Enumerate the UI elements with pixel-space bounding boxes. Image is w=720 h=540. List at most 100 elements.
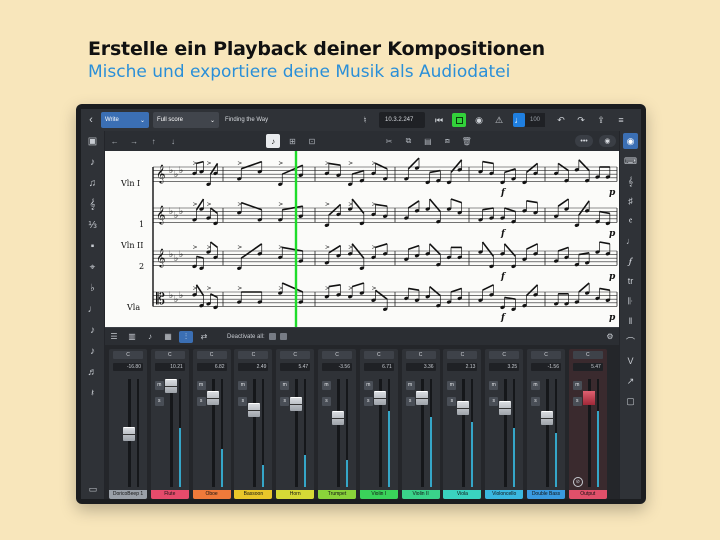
fader-knob[interactable] [332, 411, 344, 425]
solo-button[interactable]: s [322, 397, 331, 406]
guitar-icon[interactable]: ♪ [143, 331, 157, 343]
channel-volume[interactable]: -16.80 [113, 363, 143, 371]
mute-button[interactable]: m [531, 381, 540, 390]
keyboard-toggle-icon[interactable]: ▭ [81, 484, 105, 495]
channel-pan[interactable]: C [363, 351, 394, 359]
fader-knob[interactable] [457, 401, 470, 415]
copy-icon[interactable]: ⧉ [402, 134, 415, 148]
channel-volume[interactable]: -3.56 [322, 363, 352, 371]
channel-volume[interactable]: 5.47 [572, 363, 603, 371]
settings-icon[interactable]: ⚙ [603, 331, 617, 343]
fader-knob[interactable] [415, 391, 428, 405]
fader-knob[interactable] [541, 411, 553, 425]
fader-knob[interactable] [582, 391, 595, 405]
accidental-icon[interactable]: ♭ [81, 278, 104, 299]
barline-icon[interactable]: ‖ [620, 311, 641, 331]
solo-button[interactable]: s [405, 397, 415, 406]
keyboard-icon[interactable]: ⌨ [620, 151, 641, 171]
lines-icon[interactable]: ↗ [620, 371, 641, 391]
grid-icon[interactable]: ▦ [161, 331, 175, 343]
channel-volume[interactable]: 6.71 [363, 363, 394, 371]
solo-button[interactable]: s [238, 397, 248, 406]
deactivate-solo-button[interactable] [279, 333, 287, 340]
dynamics-icon[interactable]: 𝆑 [620, 251, 641, 271]
metronome-icon[interactable]: ♮ [358, 113, 372, 127]
fader-knob[interactable] [373, 391, 386, 405]
channel-pan[interactable]: C [447, 351, 478, 359]
rewind-icon[interactable]: ⏮ [432, 113, 446, 127]
channel-volume[interactable]: 5.47 [280, 363, 311, 371]
lock-icon[interactable]: ▪ [81, 236, 104, 257]
solo-button[interactable]: s [154, 397, 164, 406]
fader-knob[interactable] [290, 397, 303, 411]
solo-button[interactable]: s [363, 397, 373, 406]
delete-icon[interactable]: 🗑 [460, 134, 473, 148]
note-input-icon[interactable]: ♪ [81, 152, 104, 173]
note-entry-icon[interactable]: ♪ [266, 134, 280, 148]
chord-icon[interactable]: ♫ [81, 173, 104, 194]
channel-volume[interactable]: -1.56 [531, 363, 561, 371]
channel-pan[interactable]: C [405, 351, 436, 359]
channel-volume[interactable]: 2.49 [238, 363, 269, 371]
solo-button[interactable]: s [280, 397, 290, 406]
holds-icon[interactable]: ⌒ [620, 331, 641, 351]
tempo-note-icon[interactable]: ♩ [513, 113, 525, 127]
time-signature-icon[interactable]: 𝄴 [620, 211, 641, 231]
channel-pan[interactable]: C [280, 351, 311, 359]
tempo-value[interactable]: 100 [525, 113, 546, 127]
repeat-icon[interactable]: 𝄆 [620, 291, 641, 311]
channel-volume[interactable]: 3.36 [405, 363, 436, 371]
mute-button[interactable]: m [196, 381, 206, 390]
cut-icon[interactable]: ✂ [382, 134, 395, 148]
palette-icon[interactable]: ◉ [623, 133, 638, 149]
caret-icon[interactable]: ⌖ [81, 257, 104, 278]
fader-knob[interactable] [206, 391, 219, 405]
fader-knob[interactable] [123, 427, 135, 441]
fader-knob[interactable] [248, 403, 261, 417]
solo-button[interactable]: s [447, 397, 457, 406]
chord-mode-icon[interactable]: ⊡ [305, 134, 318, 148]
output-routing-icon[interactable]: ⊘ [572, 477, 583, 487]
mute-button[interactable]: m [238, 381, 248, 390]
list-icon[interactable]: ☰ [107, 331, 121, 343]
routing-icon[interactable]: ⇄ [197, 331, 211, 343]
clef-icon[interactable]: 𝄞 [620, 171, 641, 191]
arrow-right-icon[interactable]: → [127, 134, 140, 148]
fader-knob[interactable] [499, 401, 512, 415]
mixer-icon[interactable]: ⫶ [179, 330, 193, 343]
play-button[interactable] [452, 113, 466, 127]
mute-button[interactable]: m [572, 381, 582, 390]
mute-button[interactable]: m [154, 381, 164, 390]
channel-pan[interactable]: C [238, 351, 269, 359]
channel-pan[interactable]: C [154, 351, 185, 359]
record-icon[interactable]: ◉ [472, 113, 486, 127]
channel-pan[interactable]: C [489, 351, 520, 359]
tempo-icon[interactable]: ♩ [620, 231, 641, 251]
solo-button[interactable]: s [531, 397, 540, 406]
channel-pan[interactable]: C [113, 351, 143, 359]
panel-toggle-icon[interactable]: ▣ [81, 131, 104, 152]
channel-volume[interactable]: 10.21 [154, 363, 185, 371]
channel-volume[interactable]: 6.82 [196, 363, 227, 371]
mute-button[interactable]: m [363, 381, 373, 390]
mute-button[interactable]: m [405, 381, 415, 390]
mute-button[interactable]: m [489, 381, 499, 390]
rest-icon[interactable]: 𝄽 [81, 383, 104, 404]
click-icon[interactable]: ⚠ [492, 113, 506, 127]
undo-icon[interactable]: ↶ [554, 113, 568, 127]
fader-knob[interactable] [164, 379, 177, 393]
solo-button[interactable]: s [572, 397, 582, 406]
channel-volume[interactable]: 2.13 [447, 363, 478, 371]
mute-button[interactable]: m [447, 381, 457, 390]
channel-volume[interactable]: 3.25 [489, 363, 520, 371]
mute-button[interactable]: m [322, 381, 331, 390]
channel-pan[interactable]: C [322, 351, 352, 359]
paste-icon[interactable]: ▤ [421, 134, 434, 148]
arrow-down-icon[interactable]: ↓ [166, 134, 179, 148]
channel-pan[interactable]: C [196, 351, 227, 359]
timecode-display[interactable]: 10.3.2.247 [379, 112, 425, 128]
lyrics-icon[interactable]: V [620, 351, 641, 371]
tuplet-icon[interactable]: ⅓ [81, 215, 104, 236]
share-icon[interactable]: ⇪ [594, 113, 608, 127]
menu-icon[interactable]: ≡ [614, 113, 628, 127]
